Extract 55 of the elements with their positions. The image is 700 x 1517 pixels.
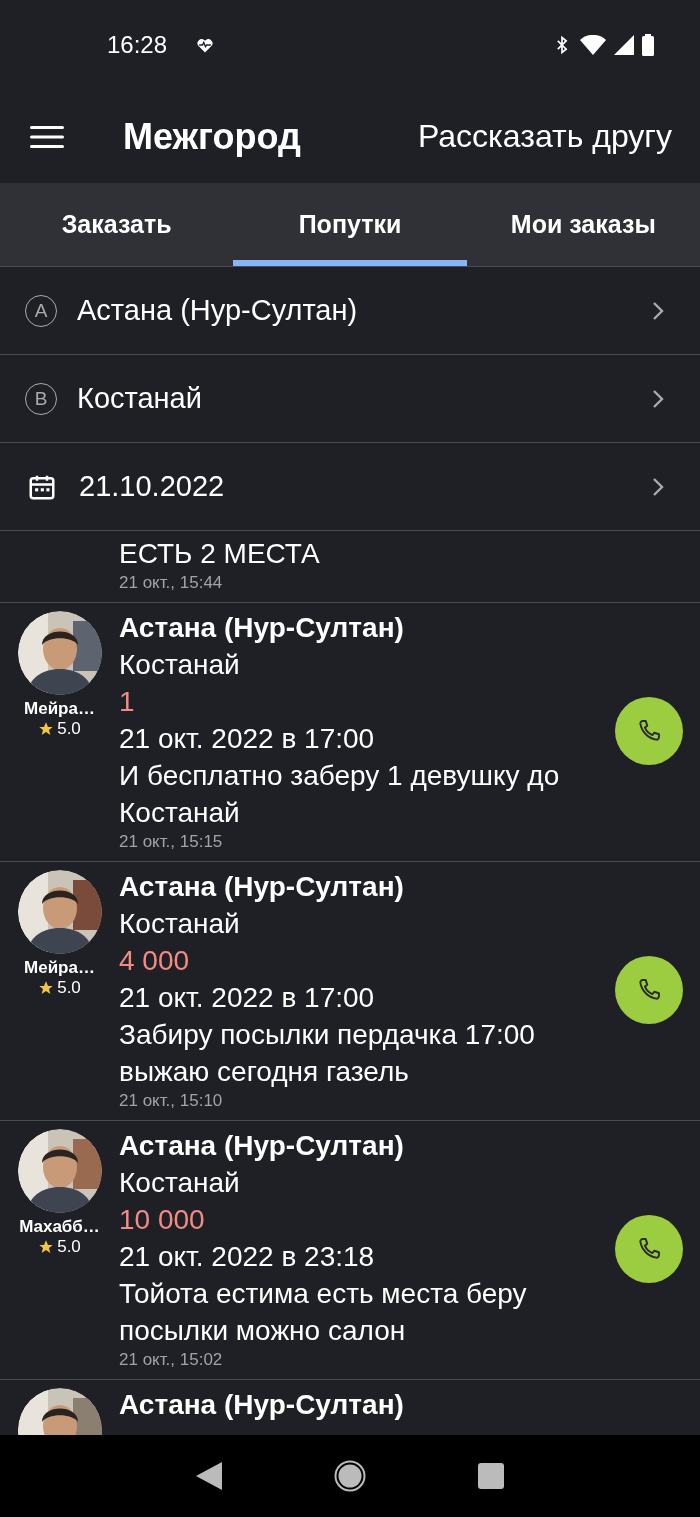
driver-name: Мейра… — [24, 958, 95, 978]
ride-origin: Астана (Нур-Султан) — [119, 611, 405, 645]
star-icon — [38, 1239, 55, 1255]
ride-description: Забиру посылки пердачка 17:00 выжаю сегодня газель — [119, 1018, 536, 1089]
share-button[interactable]: Рассказать другу — [418, 118, 672, 155]
rating-value: 5.0 — [57, 1237, 81, 1257]
chevron-icon — [652, 300, 664, 321]
filter-value: Астана (Нур-Султан) — [77, 294, 358, 327]
posted-time: 21 окт., 15:44 — [119, 572, 224, 594]
signal-icon — [614, 35, 634, 55]
ride-card[interactable]: Махабб… 5.0 Астана (Нур-Султан) Костанай 10 000 21 окт. 2022 в 23:18 Тойота естима есть места беру посылки можно салон 21 окт., 15:02 — [0, 1121, 700, 1380]
ride-card[interactable]: ЕСТЬ 2 МЕСТА 21 окт., 15:44 — [0, 531, 700, 603]
rating-value: 5.0 — [57, 978, 81, 998]
ride-date: 21 окт. 2022 в 23:18 — [119, 1240, 376, 1274]
ride-price: 1 — [119, 685, 136, 719]
ride-date: 21 окт. 2022 в 17:00 — [119, 722, 376, 756]
wifi-icon — [580, 35, 606, 55]
ride-date: 21 окт. 2022 в 17:00 — [119, 981, 376, 1015]
ride-destination: Костанай — [119, 1166, 241, 1200]
filter-row[interactable]: B Костанай — [0, 354, 700, 442]
ride-destination: Костанай — [119, 648, 241, 682]
posted-time: 21 окт., 15:15 — [119, 831, 224, 853]
tab[interactable]: Мои заказы — [466, 183, 700, 266]
filter-value: 21.10.2022 — [79, 470, 225, 503]
ride-card[interactable]: Мейра… 5.0 Астана (Нур-Султан) Костанай 4 000 21 окт. 2022 в 17:00 Забиру посылки пердачка 17:00 выжаю сегодня газель 21 окт., 15:10 — [0, 862, 700, 1121]
filter-value: Костанай — [77, 382, 202, 415]
home-icon[interactable] — [334, 1460, 366, 1492]
rating-value: 5.0 — [57, 719, 81, 739]
tab[interactable]: Заказать — [0, 183, 234, 266]
back-icon[interactable] — [196, 1462, 222, 1490]
ride-origin: Астана (Нур-Султан) — [119, 870, 405, 904]
ride-destination: Костанай — [119, 907, 241, 941]
ride-price: 10 000 — [119, 1203, 206, 1237]
ride-description: ЕСТЬ 2 МЕСТА — [119, 537, 321, 571]
ride-origin: Астана (Нур-Султан) — [119, 1388, 405, 1422]
posted-time: 21 окт., 15:02 — [119, 1349, 224, 1371]
ride-description: И бесплатно заберу 1 девушку до Костанай — [119, 759, 561, 830]
status-time: 16:28 — [107, 31, 168, 59]
ride-origin: Астана (Нур-Султан) — [119, 1129, 405, 1163]
star-icon — [38, 721, 55, 737]
app-title: Межгород — [123, 115, 301, 158]
ride-price: 4 000 — [119, 944, 191, 978]
filter-row[interactable]: A Астана (Нур-Султан) — [0, 266, 700, 354]
chevron-icon — [652, 476, 664, 497]
ride-card[interactable]: Мейра… 5.0 Астана (Нур-Султан) Костанай 1 21 окт. 2022 в 17:00 И бесплатно заберу 1 девушку до Костанай 21 окт., 15:15 — [0, 603, 700, 862]
star-icon — [38, 980, 55, 996]
posted-time: 21 окт., 15:10 — [119, 1090, 224, 1112]
filter-row[interactable]: 21.10.2022 — [0, 442, 700, 530]
driver-name: Махабб… — [19, 1217, 100, 1237]
driver-name: Мейра… — [24, 699, 95, 719]
tab[interactable]: Попутки — [233, 183, 467, 266]
ride-description: Тойота естима есть места беру посылки можно салон — [119, 1277, 528, 1348]
chevron-icon — [652, 388, 664, 409]
battery-icon — [642, 34, 654, 56]
menu-icon[interactable] — [30, 125, 64, 148]
